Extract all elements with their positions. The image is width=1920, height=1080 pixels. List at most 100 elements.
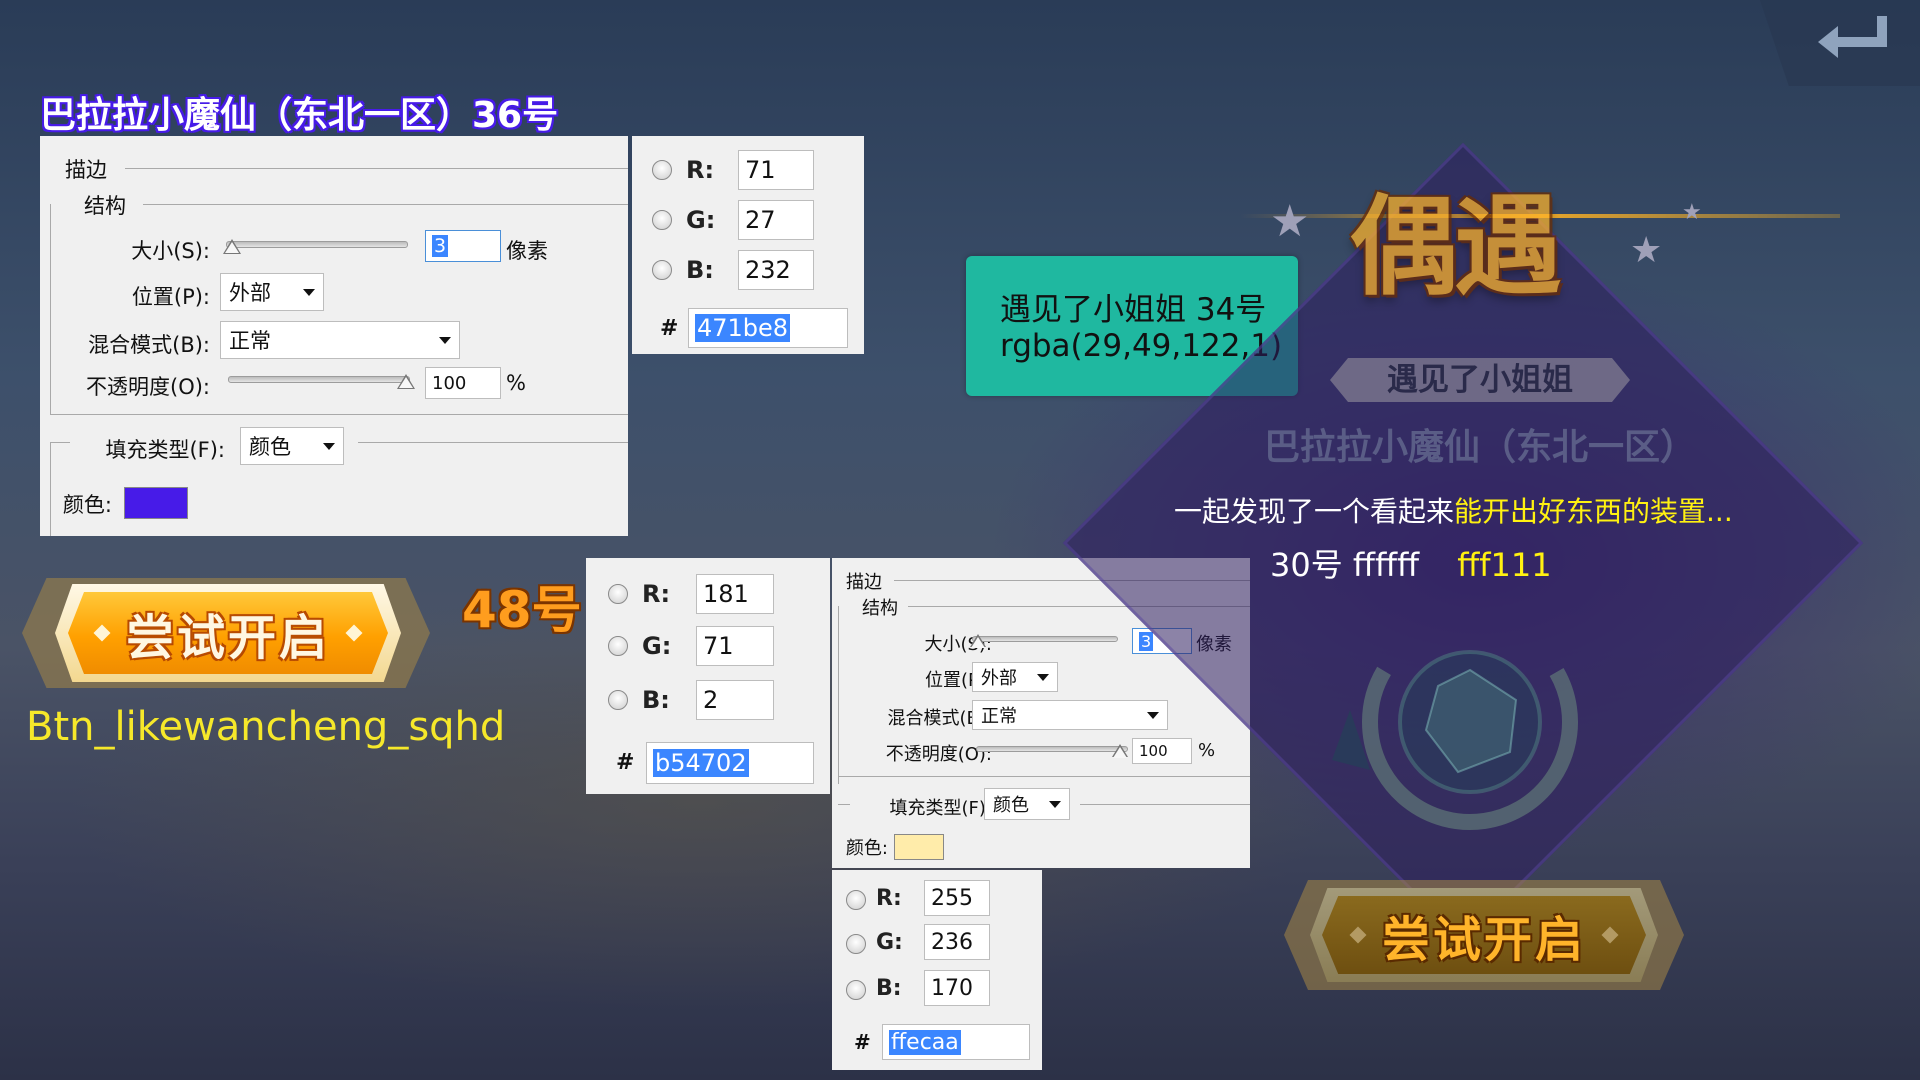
opacity-label: 不透明度(O):	[86, 375, 210, 399]
size-slider[interactable]	[972, 636, 1118, 642]
note-line-2: rgba(29,49,122,1)	[1000, 328, 1283, 364]
color-swatch[interactable]	[894, 834, 944, 860]
description-yellow: 能开出好东西的装置...	[1454, 495, 1733, 528]
try-open-label-dim: 尝试开启	[1381, 912, 1586, 968]
diamond-icon	[345, 624, 363, 642]
title-label-36: 巴拉拉小魔仙（东北一区）36号	[40, 95, 559, 136]
section-stroke: 描边	[846, 572, 882, 593]
r-label: R:	[876, 886, 902, 911]
radio-b[interactable]	[608, 690, 628, 710]
size-slider-thumb[interactable]	[223, 239, 241, 254]
b-label: B:	[686, 256, 714, 284]
button-asset-name: Btn_likewancheng_sqhd	[26, 704, 506, 750]
fill-type-select[interactable]: 颜色	[240, 427, 344, 465]
color-label: 颜色:	[62, 493, 112, 517]
opacity-slider-thumb[interactable]	[397, 374, 415, 389]
g-label: G:	[876, 930, 903, 955]
fill-type-select[interactable]: 颜色	[984, 788, 1070, 820]
try-open-button[interactable]: 尝试开启	[68, 592, 388, 674]
size-label: 大小(S):	[131, 239, 210, 263]
fill-type-label: 填充类型(F):	[105, 438, 225, 462]
opacity-unit: %	[1198, 740, 1216, 761]
font-note: 30号 ffffff fff111	[1270, 540, 1552, 586]
radio-g[interactable]	[608, 636, 628, 656]
radio-b[interactable]	[846, 980, 866, 1000]
r-label: R:	[686, 156, 715, 184]
g-input[interactable]: 236	[924, 924, 990, 960]
description-white: 一起发现了一个看起来	[1174, 495, 1455, 528]
section-stroke: 描边	[65, 158, 107, 182]
radio-g[interactable]	[846, 934, 866, 954]
opacity-slider-thumb[interactable]	[1112, 744, 1128, 758]
server-name: 巴拉拉小魔仙（东北一区）	[1263, 427, 1696, 468]
section-structure: 结构	[84, 194, 126, 218]
radio-b[interactable]	[652, 260, 672, 280]
g-input[interactable]: 71	[696, 626, 774, 666]
chevron-down-icon	[1147, 712, 1159, 719]
position-select[interactable]: 外部	[220, 273, 324, 311]
r-input[interactable]: 255	[924, 880, 990, 916]
font-note-yellow: fff111	[1457, 546, 1552, 584]
b-input[interactable]: 2	[696, 680, 774, 720]
g-input[interactable]: 27	[738, 200, 814, 240]
opacity-input[interactable]: 100	[425, 367, 501, 399]
back-button[interactable]	[1760, 0, 1920, 86]
opacity-slider[interactable]	[976, 746, 1128, 752]
opacity-label: 不透明度(O):	[885, 744, 992, 765]
color-swatch[interactable]	[124, 487, 188, 519]
b-input[interactable]: 232	[738, 250, 814, 290]
device-ring-icon	[1332, 614, 1578, 830]
radio-r[interactable]	[846, 890, 866, 910]
hex-input[interactable]: ffecaa	[882, 1024, 1030, 1060]
chevron-down-icon	[1049, 801, 1061, 808]
hash-label: #	[854, 1030, 871, 1054]
star-icon: ★	[1630, 230, 1663, 271]
font-note-white: 30号 ffffff	[1270, 546, 1420, 584]
stroke-panel-1: 描边 结构 大小(S): 3 像素 位置(P): 外部 混合模式(B): 正常 …	[40, 136, 628, 536]
r-label: R:	[642, 580, 671, 608]
r-input[interactable]: 71	[738, 150, 814, 190]
position-label: 位置(P):	[131, 285, 210, 309]
rgb-picker-3: R: 255 G: 236 B: 170 # ffecaa	[832, 870, 1042, 1070]
g-label: G:	[686, 206, 716, 234]
subtitle-text: 遇见了小姐姐	[1387, 362, 1573, 398]
position-select[interactable]: 外部	[972, 662, 1058, 692]
chevron-down-icon	[1037, 674, 1049, 681]
rgb-picker-1: R: 71 G: 27 B: 232 # 471be8	[632, 136, 864, 354]
opacity-input[interactable]: 100	[1132, 738, 1192, 764]
size-unit: 像素	[506, 239, 548, 263]
r-input[interactable]: 181	[696, 574, 774, 614]
blend-mode-select[interactable]: 正常	[972, 700, 1168, 730]
radio-g[interactable]	[652, 210, 672, 230]
color-label: 颜色:	[845, 838, 888, 859]
chevron-down-icon	[439, 337, 451, 344]
diamond-icon	[1349, 926, 1367, 944]
size-slider-thumb[interactable]	[970, 634, 986, 648]
fill-type-label: 填充类型(F):	[889, 798, 992, 819]
opacity-slider[interactable]	[228, 376, 410, 383]
radio-r[interactable]	[652, 160, 672, 180]
star-icon: ★	[1270, 196, 1310, 247]
try-open-button-dim[interactable]: 尝试开启	[1322, 896, 1646, 974]
return-arrow-icon	[1818, 16, 1887, 58]
b-label: B:	[642, 686, 670, 714]
hash-label: #	[660, 316, 679, 341]
chevron-down-icon	[303, 289, 315, 296]
b-label: B:	[876, 976, 902, 1001]
size-input[interactable]: 3	[425, 230, 501, 262]
hash-label: #	[616, 750, 635, 775]
hex-input[interactable]: b54702	[646, 742, 814, 784]
blend-mode-label: 混合模式(B):	[887, 708, 992, 729]
description-text: 一起发现了一个看起来能开出好东西的装置...	[1174, 490, 1733, 530]
size-slider[interactable]	[226, 241, 408, 248]
blend-mode-select[interactable]: 正常	[220, 321, 460, 359]
hex-input[interactable]: 471be8	[688, 308, 848, 348]
chevron-down-icon	[323, 443, 335, 450]
radio-r[interactable]	[608, 584, 628, 604]
note-line-1: 遇见了小姐姐 34号	[1000, 292, 1267, 328]
b-input[interactable]: 170	[924, 970, 990, 1006]
star-icon: ★	[1682, 200, 1702, 225]
diamond-icon	[93, 624, 111, 642]
opacity-unit: %	[506, 371, 526, 395]
rgb-picker-2: R: 181 G: 71 B: 2 # b54702	[586, 558, 830, 794]
